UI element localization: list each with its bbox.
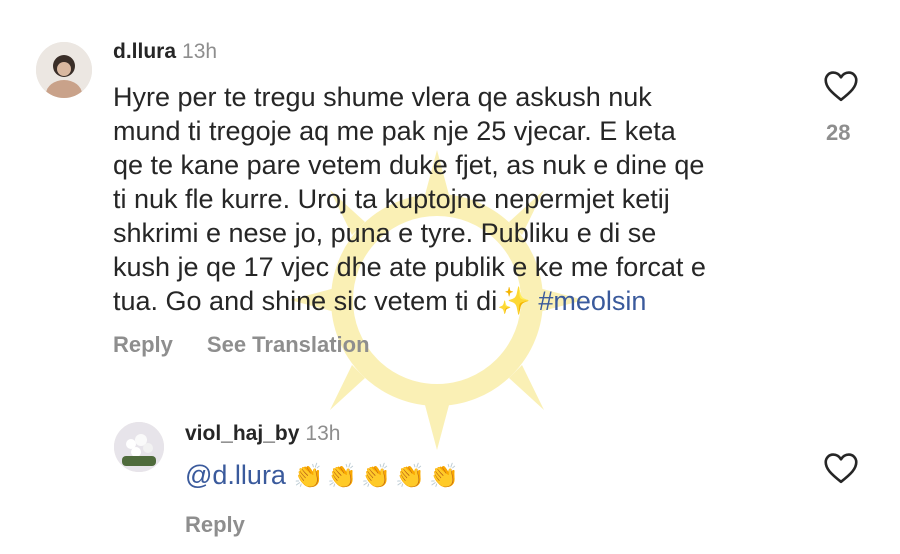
see-translation-button[interactable]: See Translation	[207, 332, 370, 357]
username[interactable]: d.llura	[113, 40, 176, 63]
comment-header: viol_haj_by 13h	[185, 422, 340, 446]
comment-text: @d.llura 👏👏👏👏👏	[185, 458, 463, 494]
hashtag-link[interactable]: #meolsin	[538, 286, 646, 316]
like-count: 28	[826, 120, 851, 145]
timestamp: 13h	[182, 40, 218, 63]
comment-line: qe te kane pare vetem duke fjet, as nuk …	[113, 150, 705, 180]
avatar-image	[36, 42, 92, 98]
timestamp: 13h	[305, 422, 341, 445]
comment-line: ti nuk fle kurre. Uroj ta kuptojne neper…	[113, 184, 670, 214]
mention-link[interactable]: @d.llura	[185, 460, 286, 490]
sparkle-emoji: ✨	[497, 286, 531, 316]
avatar-image	[114, 422, 164, 472]
comment-1: d.llura 13h Hyre per te tregu shume vlera…	[0, 0, 900, 380]
reply-button[interactable]: Reply	[185, 512, 245, 537]
comment-line-last: tua. Go and shine sic vetem ti di✨ #meol…	[113, 284, 813, 318]
comment-text: Hyre per te tregu shume vlera qe askush …	[113, 80, 813, 318]
comment-line: tua. Go and shine sic vetem ti di	[113, 286, 498, 316]
avatar[interactable]	[36, 42, 92, 98]
comment-line: kush je qe 17 vjec dhe ate publik e ke m…	[113, 252, 706, 282]
avatar[interactable]	[114, 422, 164, 472]
comment-2: viol_haj_by 13h @d.llura 👏👏👏👏👏 Reply	[0, 400, 900, 550]
comment-line: Hyre per te tregu shume vlera qe askush …	[113, 82, 652, 112]
username[interactable]: viol_haj_by	[185, 422, 299, 445]
reply-button[interactable]: Reply	[113, 332, 173, 357]
comment-line: shkrimi e nese jo, puna e tyre. Publiku …	[113, 218, 657, 248]
comment-line: mund ti tregoje aq me pak nje 25 vjecar.…	[113, 116, 676, 146]
comment-actions: Reply See Translation	[113, 332, 404, 358]
comment-header: d.llura 13h	[113, 40, 217, 64]
clapping-emojis: 👏👏👏👏👏	[293, 463, 463, 490]
heart-icon[interactable]	[823, 452, 859, 484]
comment-actions: Reply	[185, 512, 279, 538]
heart-icon[interactable]	[823, 70, 859, 102]
